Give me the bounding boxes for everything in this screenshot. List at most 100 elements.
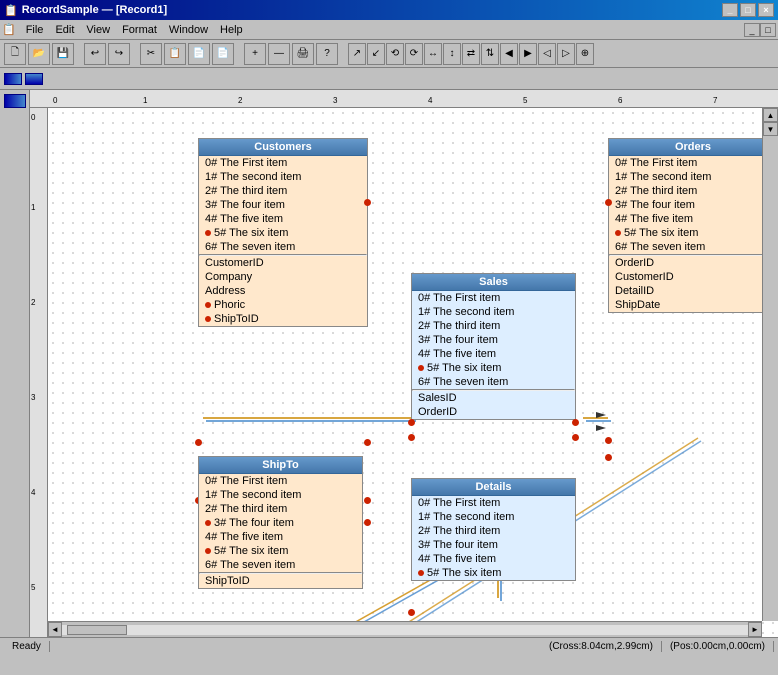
minimize-button[interactable]: _ [722,3,738,17]
sales-row-6: 6# The seven item [412,375,575,389]
tool4[interactable]: ⟳ [405,43,423,65]
save-button[interactable]: 💾 [52,43,74,65]
side-icon-1[interactable] [4,94,26,108]
details-table: Details 0# The First item 1# The second … [411,478,576,581]
canvas-content[interactable]: Customers 0# The First item 1# The secon… [48,108,778,637]
ship-row-5: 5# The six item [199,544,362,558]
tool8[interactable]: ⇅ [481,43,499,65]
sales-row-5: 5# The six item [412,361,575,375]
ship-row-1: 1# The second item [199,488,362,502]
cust-row-0: 0# The First item [199,156,367,170]
menu-bar: 📋 File Edit View Format Window Help _ □ [0,20,778,40]
redo-button[interactable]: ↪ [108,43,130,65]
scroll-thumb-h[interactable] [67,625,127,635]
sales-row-4: 4# The five item [412,347,575,361]
tool6[interactable]: ↕ [443,43,461,65]
sales-header: Sales [412,274,575,291]
help-button[interactable]: ? [316,43,338,65]
ord-row-2: 2# The third item [609,184,777,198]
scroll-left-arrow[interactable]: ◄ [48,622,62,637]
menu-help[interactable]: Help [214,22,249,38]
canvas-area[interactable]: 0 1 2 3 4 5 6 7 0 1 2 3 4 5 6 [30,90,778,637]
scrollbar-horizontal[interactable]: ◄ ► [48,621,762,637]
tool2[interactable]: ↙ [367,43,385,65]
paste2-button[interactable]: 📄 [212,43,234,65]
tool11[interactable]: ◁ [538,43,556,65]
open-button[interactable]: 📂 [28,43,50,65]
paste-button[interactable]: 📄 [188,43,210,65]
sales-field-1: OrderID [412,405,575,419]
pos-coords: Pos:0.00cm,0.00cm [673,641,761,652]
cust-row-1: 1# The second item [199,170,367,184]
ship-row-0: 0# The First item [199,474,362,488]
tool1[interactable]: ↗ [348,43,366,65]
menu-format[interactable]: Format [116,22,163,38]
det-row-0: 0# The First item [412,496,575,510]
sub-toolbar [0,68,778,90]
status-bar: Ready (Cross:8.04cm,2.99cm) (Pos:0.00cm,… [0,637,778,655]
undo-button[interactable]: ↩ [84,43,106,65]
ord-field-3: ShipDate [609,298,777,312]
cust-row-5: 5# The six item [199,226,367,240]
customers-header: Customers [199,139,367,156]
copy-button[interactable]: 📋 [164,43,186,65]
title-bar: 📋 RecordSample — [Record1] _ □ × [0,0,778,20]
mdi-restore[interactable]: □ [760,23,776,37]
cust-field-1: Company [199,270,367,284]
details-body: 0# The First item 1# The second item 2# … [412,496,575,580]
remove-button[interactable]: — [268,43,290,65]
ord-row-5: 5# The six item [609,226,777,240]
cust-field-4: ShipToID [199,312,367,326]
det-row-2: 2# The third item [412,524,575,538]
scroll-up-arrow[interactable]: ▲ [763,108,778,122]
scroll-down-arrow[interactable]: ▼ [763,122,778,136]
tool13[interactable]: ⊕ [576,43,594,65]
cust-row-4: 4# The five item [199,212,367,226]
tool12[interactable]: ▷ [557,43,575,65]
orders-body: 0# The First item 1# The second item 2# … [609,156,777,312]
tool9[interactable]: ◀ [500,43,518,65]
side-panel [0,90,30,637]
cust-field-0: CustomerID [199,256,367,270]
ord-field-1: CustomerID [609,270,777,284]
status-ready: Ready [4,641,50,652]
shipto-body: 0# The First item 1# The second item 2# … [199,474,362,588]
ord-row-0: 0# The First item [609,156,777,170]
print-button[interactable]: 🖨 [292,43,314,65]
status-cross: (Cross:8.04cm,2.99cm) [541,641,662,652]
sales-row-0: 0# The First item [412,291,575,305]
close-button[interactable]: × [758,3,774,17]
shipto-table: ShipTo 0# The First item 1# The second i… [198,456,363,589]
tool10[interactable]: ▶ [519,43,537,65]
cust-row-2: 2# The third item [199,184,367,198]
scrollbar-vertical[interactable]: ▲ ▼ [762,108,778,621]
menu-file[interactable]: File [20,22,50,38]
sales-table: Sales 0# The First item 1# The second it… [411,273,576,420]
app-icon: 📋 [4,4,18,17]
mdi-minimize[interactable]: _ [744,23,760,37]
ord-row-4: 4# The five item [609,212,777,226]
sales-field-0: SalesID [412,391,575,405]
cust-row-6: 6# The seven item [199,240,367,254]
cust-field-2: Address [199,284,367,298]
tool3[interactable]: ⟲ [386,43,404,65]
status-pos: (Pos:0.00cm,0.00cm) [662,641,774,652]
ship-row-3: 3# The four item [199,516,362,530]
app-small-icon: 📋 [2,23,16,36]
ship-row-4: 4# The five item [199,530,362,544]
ord-field-2: DetailID [609,284,777,298]
menu-view[interactable]: View [80,22,116,38]
add-button[interactable]: + [244,43,266,65]
title-text: RecordSample — [Record1] [22,4,167,16]
maximize-button[interactable]: □ [740,3,756,17]
new-button[interactable]: 🗋 [4,43,26,65]
menu-edit[interactable]: Edit [49,22,80,38]
tool5[interactable]: ↔ [424,43,442,65]
ship-row-2: 2# The third item [199,502,362,516]
cut-button[interactable]: ✂ [140,43,162,65]
sales-row-3: 3# The four item [412,333,575,347]
menu-window[interactable]: Window [163,22,214,38]
scroll-right-arrow[interactable]: ► [748,622,762,637]
tool7[interactable]: ⇄ [462,43,480,65]
det-row-1: 1# The second item [412,510,575,524]
